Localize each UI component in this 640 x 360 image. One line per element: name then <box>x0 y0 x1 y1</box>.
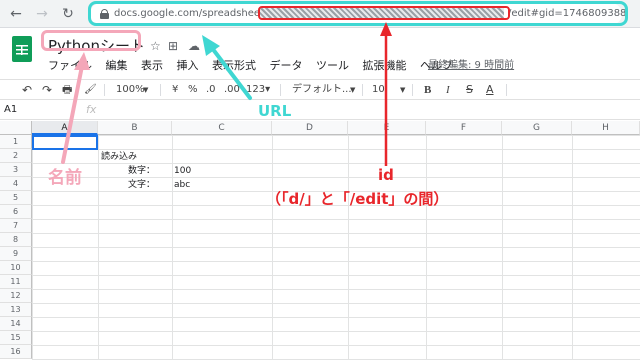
url-annotation-label: URL <box>258 102 292 120</box>
id-annotation-label: id <box>378 166 394 184</box>
id-arrowhead <box>380 22 392 36</box>
annotation-arrows <box>61 22 392 166</box>
screenshot: ← → ↻ docs.google.com/spreadsheets/d/ /e… <box>0 0 640 360</box>
name-arrowhead <box>74 52 90 70</box>
name-annotation-label: 名前 <box>48 168 82 188</box>
id-annotation-note: （「d/」と「/edit」の間） <box>266 190 449 208</box>
url-arrow <box>210 46 252 100</box>
name-arrow <box>61 64 84 164</box>
